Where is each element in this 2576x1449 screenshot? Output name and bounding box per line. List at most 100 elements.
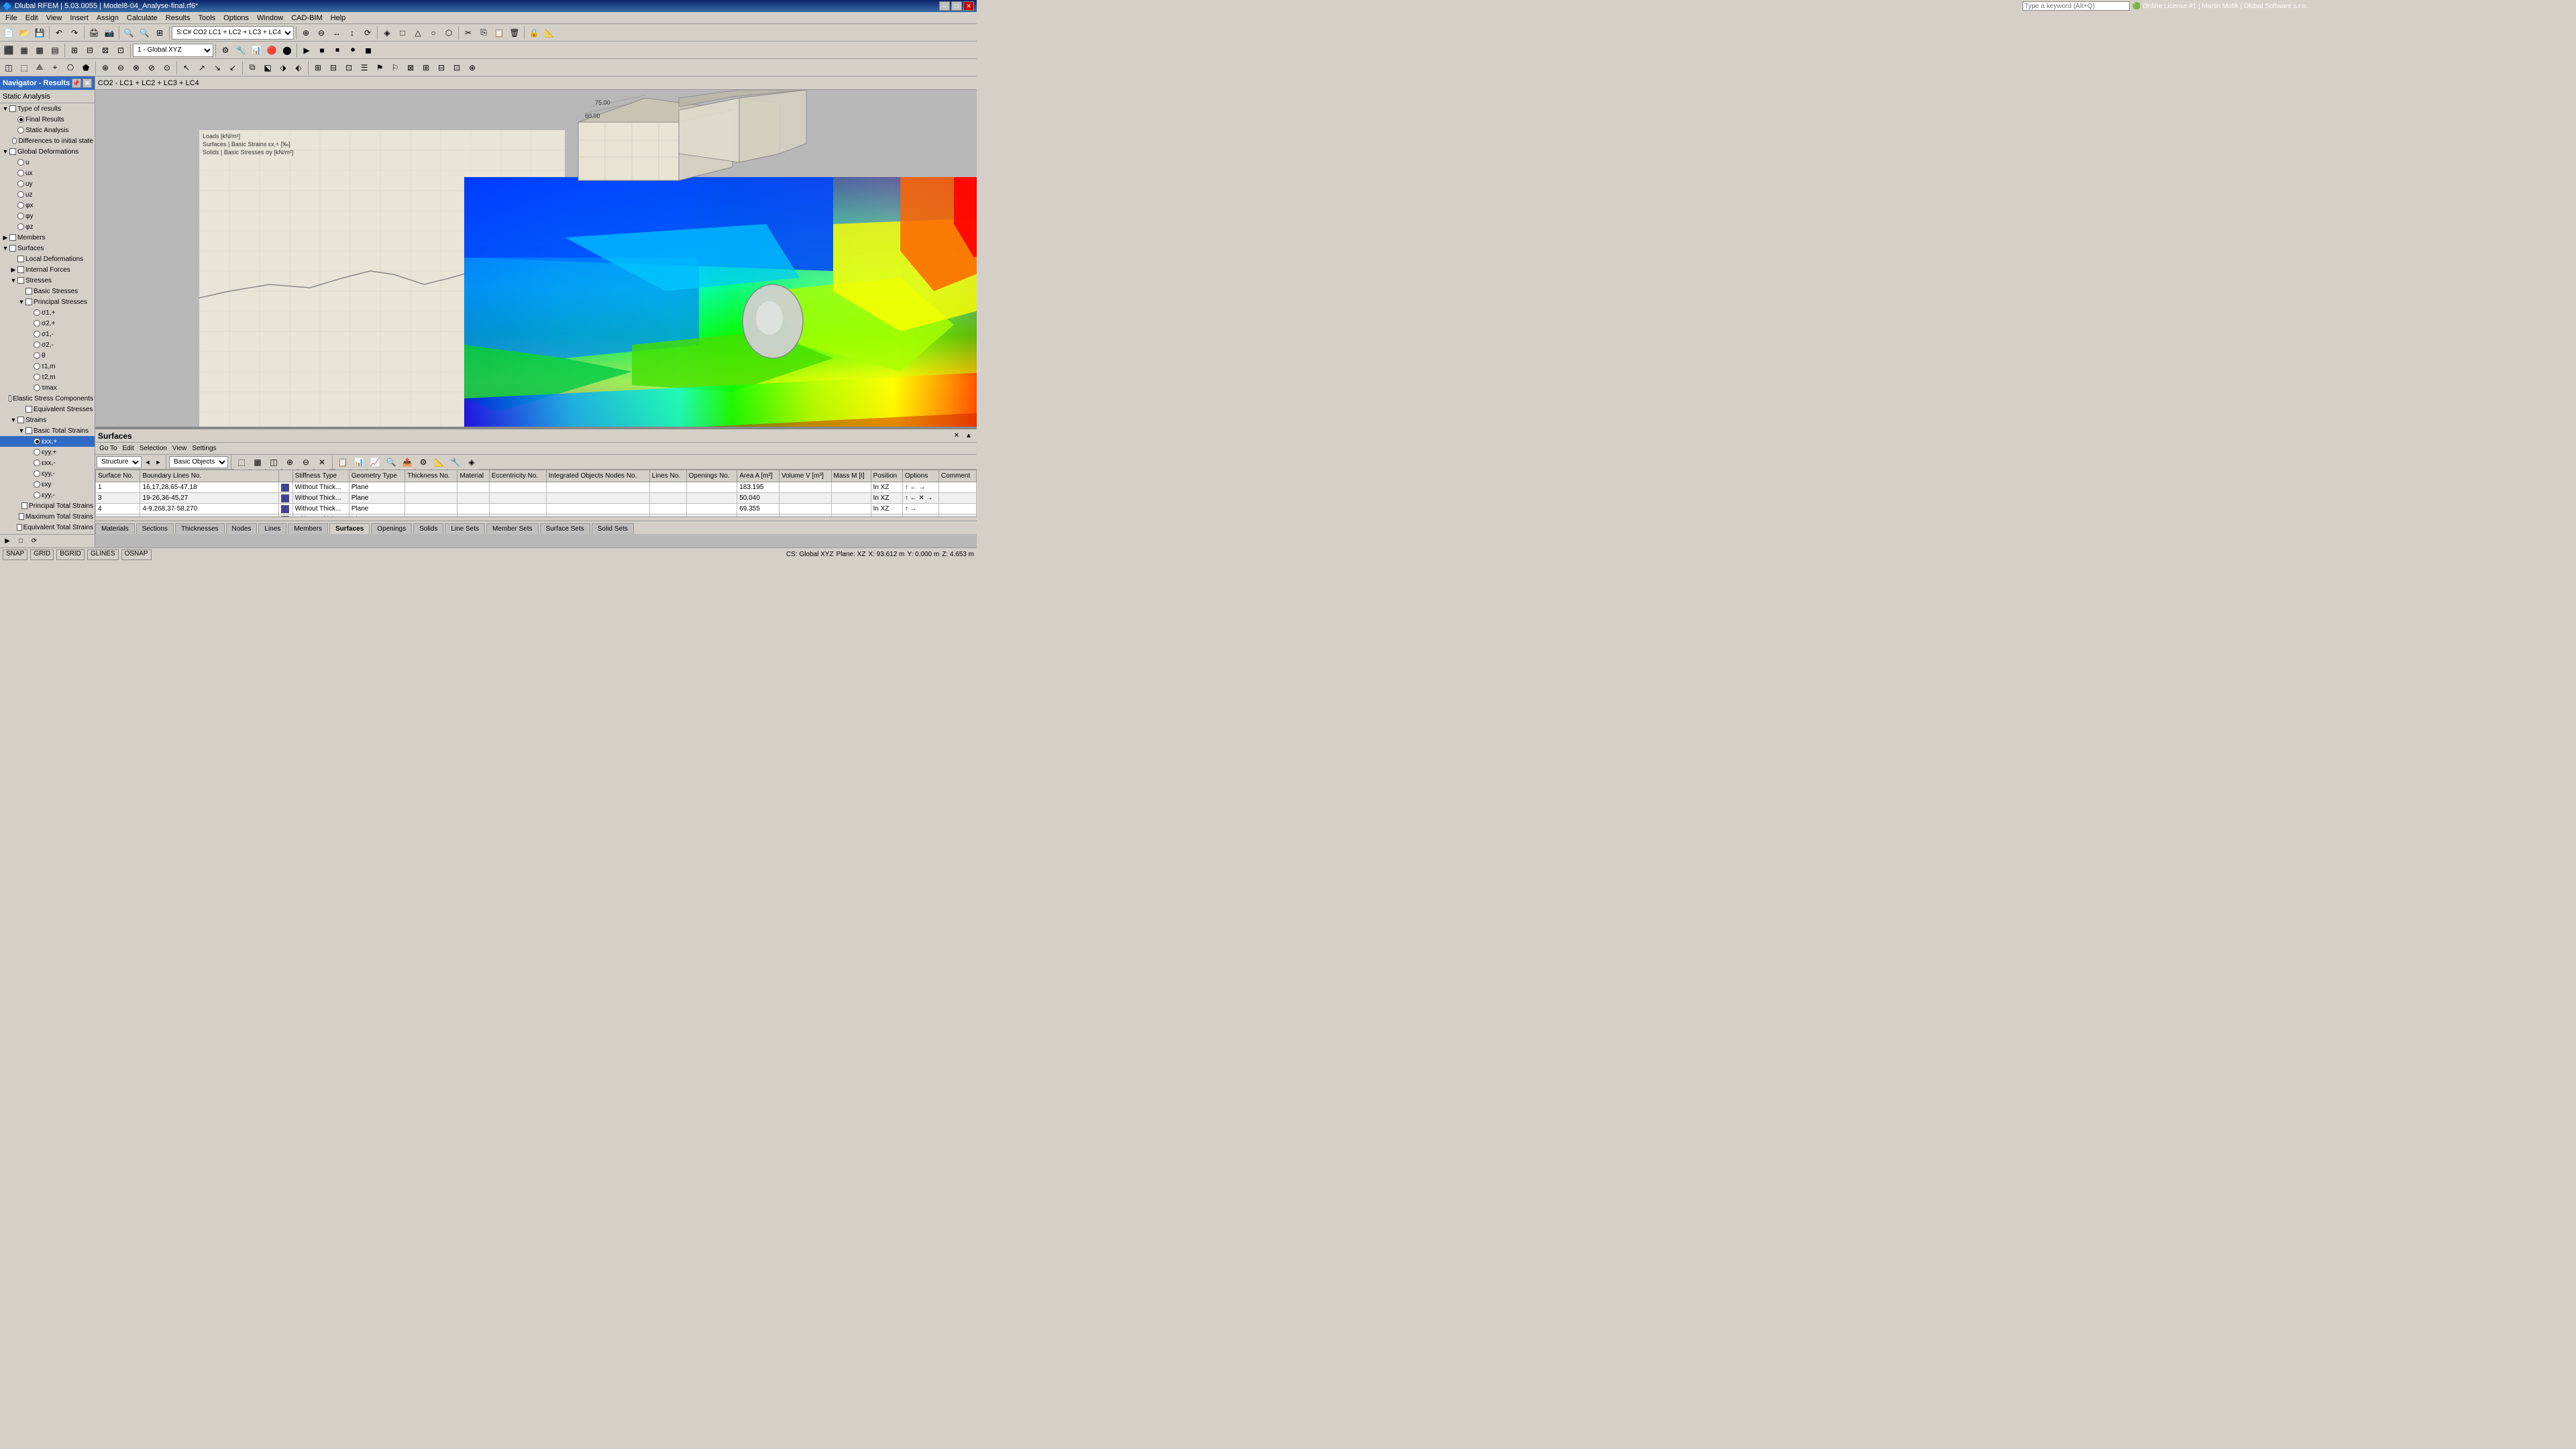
radio-exx[interactable]	[34, 438, 40, 445]
tb-r2-13[interactable]: ⏺	[345, 43, 360, 58]
radio-final-results[interactable]	[17, 116, 24, 123]
result-tb-14[interactable]: ↘	[210, 60, 225, 75]
radio-eyy[interactable]	[34, 449, 40, 455]
tb-btn-18[interactable]: 🗑	[507, 25, 522, 40]
view-side-button[interactable]: ▩	[32, 43, 47, 58]
tb-btn-8[interactable]: ↕	[345, 25, 360, 40]
tb-r2-12[interactable]: ⏹	[330, 43, 345, 58]
result-tb-23[interactable]: ⊠	[403, 60, 418, 75]
radio-t1m[interactable]	[34, 363, 40, 370]
menu-calculate[interactable]: Calculate	[123, 13, 162, 23]
tb-btn-9[interactable]: ⟳	[360, 25, 375, 40]
minimize-button[interactable]: ─	[939, 1, 950, 11]
tab-solids[interactable]: Solids	[413, 523, 443, 534]
surfaces-tb-1[interactable]: ⬚	[234, 455, 249, 470]
tree-equiv-stresses[interactable]: Equivalent Stresses	[0, 404, 95, 415]
table-row[interactable]: 116,17,28,65-47,18Without Thick...Plane1…	[96, 482, 977, 493]
check-equiv-total[interactable]	[17, 524, 21, 531]
menu-assign[interactable]: Assign	[93, 13, 123, 23]
grid-btn[interactable]: ⊟	[326, 60, 341, 75]
radio-s1p[interactable]	[34, 309, 40, 316]
tree-pz[interactable]: φz	[0, 221, 95, 232]
check-bts[interactable]	[25, 427, 32, 434]
tb-btn-19[interactable]: 🔒	[527, 25, 541, 40]
result-tb-3[interactable]: ⟁	[32, 60, 47, 75]
close-button[interactable]: ✕	[963, 1, 974, 11]
surfaces-tb-12[interactable]: ⚙	[416, 455, 431, 470]
undo-button[interactable]: ↶	[52, 25, 66, 40]
tb-btn-15[interactable]: ✂	[461, 25, 476, 40]
menu-help[interactable]: Help	[327, 13, 350, 23]
tree-exx-m[interactable]: εxx,-	[0, 458, 95, 468]
tb-r2-3[interactable]: ⊠	[98, 43, 113, 58]
surfaces-tb-4[interactable]: ⊕	[282, 455, 297, 470]
tree-static-analysis[interactable]: Static Analysis	[0, 125, 95, 136]
result-tb-18[interactable]: ⬗	[276, 60, 290, 75]
tab-surfaces[interactable]: Surfaces	[329, 523, 370, 534]
tb-btn-16[interactable]: ⎘	[476, 25, 491, 40]
tree-eyy2[interactable]: εyy,-	[0, 490, 95, 500]
tb-btn-12[interactable]: △	[411, 25, 425, 40]
surfaces-tb-2[interactable]: ▦	[250, 455, 265, 470]
surfaces-tb-prev[interactable]: ◄	[143, 456, 152, 468]
tb-btn-13[interactable]: ○	[426, 25, 441, 40]
surfaces-menu-selection[interactable]: Selection	[137, 445, 170, 452]
redo-button[interactable]: ↷	[67, 25, 82, 40]
menu-tools[interactable]: Tools	[194, 13, 219, 23]
zoom-out-button[interactable]: 🔍	[137, 25, 152, 40]
zoom-fit-button[interactable]: ⊞	[152, 25, 167, 40]
surfaces-tb-3[interactable]: ◫	[266, 455, 281, 470]
result-tb-26[interactable]: ⊡	[449, 60, 464, 75]
snap-status[interactable]: SNAP	[3, 549, 28, 560]
structure-combo[interactable]: Structure	[97, 456, 142, 468]
tab-line-sets[interactable]: Line Sets	[445, 523, 485, 534]
radio-static-analysis[interactable]	[17, 127, 24, 133]
print-button[interactable]: 🖨	[87, 25, 101, 40]
result-tb-17[interactable]: ⬕	[260, 60, 275, 75]
result-tb-1[interactable]: ◫	[1, 60, 16, 75]
tree-final-results[interactable]: Final Results	[0, 114, 95, 125]
surfaces-menu-view[interactable]: View	[170, 445, 190, 452]
check-principal-stresses[interactable]	[25, 299, 32, 305]
tree-global-def[interactable]: ▼ Global Deformations	[0, 146, 95, 157]
result-tb-7[interactable]: ⊕	[98, 60, 113, 75]
result-tb-19[interactable]: ⬖	[291, 60, 306, 75]
result-tb-12[interactable]: ↖	[179, 60, 194, 75]
tree-strains[interactable]: ▼ Strains	[0, 415, 95, 425]
menu-insert[interactable]: Insert	[66, 13, 93, 23]
radio-tmax[interactable]	[34, 384, 40, 391]
surfaces-tb-14[interactable]: 🔧	[448, 455, 463, 470]
menu-file[interactable]: File	[1, 13, 21, 23]
tb-r2-7[interactable]: 📊	[249, 43, 264, 58]
expander-type-results[interactable]: ▼	[1, 105, 9, 112]
check-stresses[interactable]	[17, 277, 24, 284]
nav-close-button[interactable]: ✕	[83, 78, 92, 88]
table-row[interactable]: 319-26,36-45,27Without Thick...Plane50.0…	[96, 493, 977, 504]
surfaces-expand-btn[interactable]: ▲	[963, 431, 974, 441]
surfaces-tb-11[interactable]: 📤	[400, 455, 415, 470]
snap-btn[interactable]: ⊞	[311, 60, 325, 75]
surfaces-tb-5[interactable]: ⊖	[299, 455, 313, 470]
expander-global-def[interactable]: ▼	[1, 148, 9, 155]
radio-exy[interactable]	[34, 481, 40, 488]
radio-eyy-m[interactable]	[34, 470, 40, 477]
tree-basic-total-strains[interactable]: ▼ Basic Total Strains	[0, 425, 95, 436]
check-max-total[interactable]	[19, 513, 24, 520]
result-tb-21[interactable]: ⚑	[372, 60, 387, 75]
tree-eyy-m[interactable]: εyy,-	[0, 468, 95, 479]
radio-px[interactable]	[17, 202, 24, 209]
bgrid-status[interactable]: BGRID	[56, 549, 85, 560]
result-tb-10[interactable]: ⊘	[144, 60, 159, 75]
node-btn[interactable]: ⊡	[341, 60, 356, 75]
tab-openings[interactable]: Openings	[371, 523, 412, 534]
tb-btn-20[interactable]: 📐	[542, 25, 557, 40]
surfaces-tb-10[interactable]: 🔍	[384, 455, 398, 470]
surfaces-tb-15[interactable]: ◈	[464, 455, 479, 470]
surfaces-menu-goto[interactable]: Go To	[97, 445, 120, 452]
tab-solid-sets[interactable]: Solid Sets	[592, 523, 634, 534]
tree-basic-stresses[interactable]: Basic Stresses	[0, 286, 95, 297]
result-tb-22[interactable]: ⚐	[388, 60, 402, 75]
check-type-results[interactable]	[9, 105, 16, 112]
tree-py[interactable]: φy	[0, 211, 95, 221]
maximize-button[interactable]: □	[951, 1, 962, 11]
